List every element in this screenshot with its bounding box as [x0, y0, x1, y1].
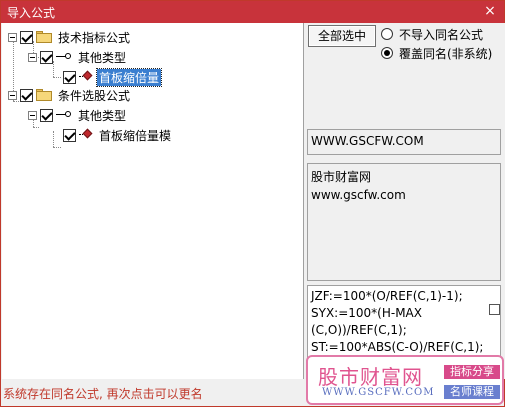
tree-node-other-types[interactable]: 其他类型 — [28, 106, 128, 124]
watermark-title: 股市财富网 — [318, 365, 423, 389]
tree-connector — [33, 127, 39, 128]
code-line: ST:=100*ABS(C-O)/REF(C,1); — [311, 340, 484, 354]
options-panel: 全部选中 不导入同名公式 覆盖同名(非系统) WWW.GSCFW.COM 股市财… — [305, 23, 505, 379]
node-checkbox[interactable] — [40, 108, 53, 122]
key-icon — [56, 109, 72, 121]
tree-node-label: 技术指标公式 — [58, 30, 131, 45]
tree-node-label-selected: 首板缩倍量 — [95, 67, 163, 87]
node-checkbox[interactable] — [40, 50, 53, 64]
code-line: SYX:=100*(H-MAX — [311, 306, 422, 320]
collapse-icon[interactable] — [28, 52, 37, 62]
tree-node-label: 首板缩倍量模 — [99, 128, 172, 143]
code-line: (C,O))/REF(C,1); — [311, 323, 407, 337]
node-checkbox[interactable] — [63, 128, 76, 142]
code-line: JZF:=100*(O/REF(C,1)-1); — [311, 289, 463, 303]
radio-button[interactable] — [381, 28, 393, 40]
folder-icon — [36, 89, 52, 101]
tree-node-label: 条件选股公式 — [58, 88, 131, 103]
title-bar: 导入公式 × — [1, 1, 504, 23]
tree-node-formula-item[interactable]: 首板缩倍量 — [63, 67, 163, 87]
watermark-tag: 名师课程 — [444, 385, 500, 399]
description-line: www.gscfw.com — [311, 188, 406, 202]
formula-url-field: WWW.GSCFW.COM — [307, 129, 501, 155]
formula-description: 股市财富网 www.gscfw.com — [307, 163, 501, 281]
tree-node-indicator-formulas[interactable]: 技术指标公式 — [8, 28, 132, 46]
select-all-button[interactable]: 全部选中 — [308, 25, 376, 47]
collapse-icon[interactable] — [28, 110, 37, 120]
tree-node-formula-item[interactable]: 首板缩倍量模 — [63, 126, 173, 144]
radio-label: 不导入同名公式 — [399, 27, 484, 42]
description-line: 股市财富网 — [311, 170, 372, 184]
radio-button-selected[interactable] — [381, 47, 393, 59]
formula-tree[interactable]: 技术指标公式 其他类型 首板缩倍量 条件选股公式 其他类型 首板缩倍量模 — [2, 23, 304, 379]
node-checkbox[interactable] — [63, 70, 76, 84]
formula-gem-icon — [79, 128, 93, 141]
tree-node-other-types[interactable]: 其他类型 — [28, 48, 128, 66]
status-message: 系统存在同名公式, 再次点击可以更名 — [3, 387, 203, 401]
site-watermark-logo: 股市财富网 WWW.GSCFW.COM 指标分享 名师课程 — [306, 355, 504, 405]
tree-connector — [53, 147, 61, 148]
watermark-tag: 指标分享 — [444, 365, 500, 379]
close-icon[interactable]: × — [482, 3, 498, 19]
tree-connector — [53, 131, 54, 147]
window-title: 导入公式 — [7, 6, 56, 20]
tree-connector — [53, 77, 61, 78]
collapse-icon[interactable] — [8, 90, 17, 100]
tree-node-label: 其他类型 — [78, 108, 127, 123]
code-checkbox[interactable] — [489, 304, 500, 315]
radio-skip-duplicates[interactable]: 不导入同名公式 — [381, 26, 483, 42]
key-icon — [56, 51, 72, 63]
import-formula-dialog: 导入公式 × 技术指标公式 其他类型 首板缩倍量 条件选股公式 其他类型 首板缩… — [0, 0, 505, 407]
folder-icon — [36, 31, 52, 43]
formula-gem-icon — [79, 70, 93, 83]
tree-node-label: 其他类型 — [78, 50, 127, 65]
collapse-icon[interactable] — [8, 32, 17, 42]
tree-node-screening-formulas[interactable]: 条件选股公式 — [8, 86, 132, 104]
node-checkbox[interactable] — [20, 30, 33, 44]
watermark-url: WWW.GSCFW.COM — [322, 387, 435, 398]
radio-overwrite-duplicates[interactable]: 覆盖同名(非系统) — [381, 45, 492, 61]
radio-label: 覆盖同名(非系统) — [399, 46, 493, 61]
node-checkbox[interactable] — [20, 88, 33, 102]
